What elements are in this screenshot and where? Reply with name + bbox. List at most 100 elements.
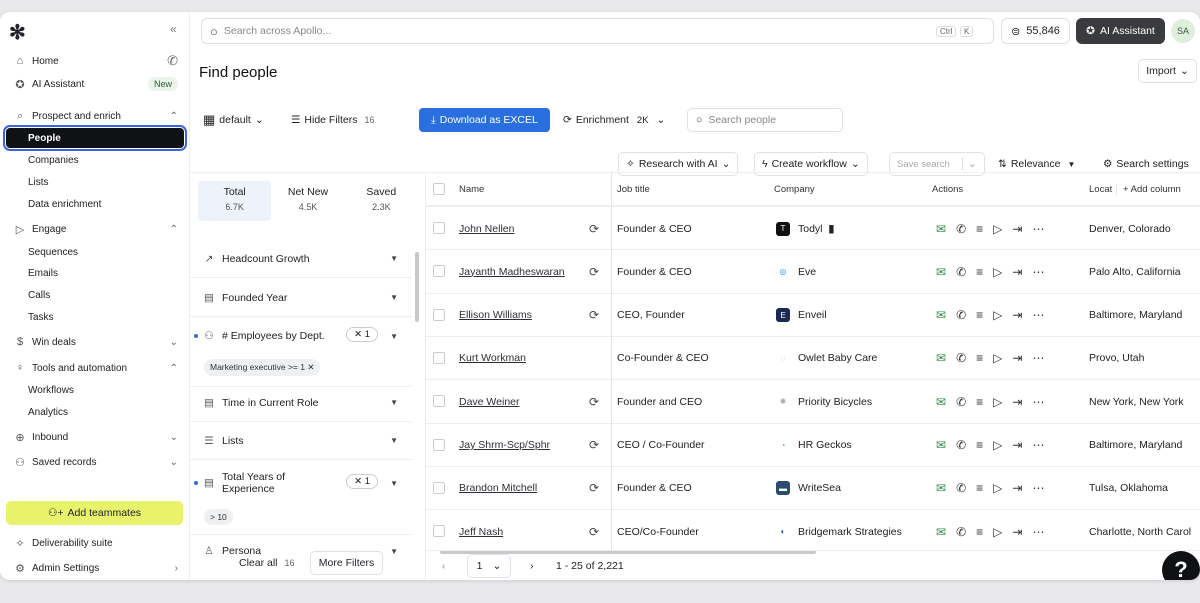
filter-lists[interactable]: ☰ Lists ▼ <box>190 422 412 460</box>
enrich-icon[interactable]: ⟳ <box>589 250 599 293</box>
credits-button[interactable]: ⊜ 55,846 <box>1001 18 1070 44</box>
send-icon[interactable]: ▷ <box>993 481 1002 495</box>
sidebar-item-tools-and-automation[interactable]: ♀ Tools and automation ⌃ <box>6 358 184 378</box>
add-to-list-icon[interactable]: ≡ <box>976 481 983 495</box>
more-filters-button[interactable]: More Filters <box>310 551 383 575</box>
select-all-checkbox[interactable] <box>433 183 445 195</box>
company-cell[interactable]: ✺ Priority Bicycles <box>776 380 872 423</box>
add-to-list-icon[interactable]: ≡ <box>976 308 983 322</box>
filter-chip[interactable]: > 10 <box>204 509 233 525</box>
person-name-link[interactable]: Brandon Mitchell <box>459 467 537 510</box>
phone-icon[interactable]: ✆ <box>956 308 966 322</box>
more-icon[interactable]: ⋯ <box>1032 308 1044 322</box>
column-header-company[interactable]: Company <box>774 184 815 195</box>
enrich-icon[interactable]: ⟳ <box>589 294 599 337</box>
company-cell[interactable]: E Enveil <box>776 294 827 337</box>
close-icon[interactable]: ✕ <box>307 362 314 372</box>
filters-scrollbar[interactable] <box>415 252 419 322</box>
sidebar-item-home[interactable]: ⌂ Home ✆ <box>6 51 184 71</box>
ai-assistant-button[interactable]: ✪ AI Assistant <box>1076 18 1165 44</box>
add-to-list-icon[interactable]: ≡ <box>976 395 983 409</box>
email-verified-icon[interactable]: ✉ <box>936 308 946 322</box>
export-icon[interactable]: ⇥ <box>1012 525 1022 539</box>
more-icon[interactable]: ⋯ <box>1032 222 1044 236</box>
more-icon[interactable]: ⋯ <box>1032 265 1044 279</box>
sidebar-item-engage[interactable]: ▷ Engage ⌃ <box>6 219 184 239</box>
more-icon[interactable]: ⋯ <box>1032 351 1044 365</box>
person-name-link[interactable]: Jayanth Madheswaran <box>459 250 565 293</box>
add-column-button[interactable]: + Add column <box>1116 183 1181 195</box>
filter-time-in-current-role[interactable]: ▤ Time in Current Role ▼ <box>190 384 412 422</box>
email-verified-icon[interactable]: ✉ <box>936 525 946 539</box>
add-to-list-icon[interactable]: ≡ <box>976 525 983 539</box>
global-search-input[interactable]: ○ Search across Apollo... Ctrl K <box>201 18 994 44</box>
table-row[interactable]: Jeff Nash ⟳ CEO/Co-Founder ◐ Bridgemark Stra… <box>426 509 1200 550</box>
sidebar-item-admin-settings[interactable]: ⚙ Admin Settings › <box>6 558 184 578</box>
collapse-sidebar-icon[interactable]: « <box>170 22 177 36</box>
person-name-link[interactable]: John Nellen <box>459 207 514 250</box>
email-verified-icon[interactable]: ✉ <box>936 438 946 452</box>
phone-icon[interactable]: ✆ <box>956 265 966 279</box>
export-icon[interactable]: ⇥ <box>1012 351 1022 365</box>
table-row[interactable]: Dave Weiner ⟳ Founder and CEO ✺ Priority Bic… <box>426 379 1200 422</box>
more-icon[interactable]: ⋯ <box>1032 438 1044 452</box>
chevron-right-icon[interactable]: › <box>530 560 534 572</box>
view-selector[interactable]: ▦ default ⌄ <box>203 108 264 132</box>
email-verified-icon[interactable]: ✉ <box>936 265 946 279</box>
import-button[interactable]: Import ⌄ <box>1138 59 1197 83</box>
export-icon[interactable]: ⇥ <box>1012 395 1022 409</box>
sidebar-item-deliverability-suite[interactable]: ✧ Deliverability suite <box>6 533 184 553</box>
sidebar-item-people[interactable]: People <box>3 125 187 151</box>
enrich-icon[interactable]: ⟳ <box>589 467 599 510</box>
phone-icon[interactable]: ✆ <box>956 351 966 365</box>
tab-saved[interactable]: Saved 2.3K <box>345 181 418 221</box>
sidebar-item-companies[interactable]: Companies <box>6 150 184 170</box>
enrich-icon[interactable]: ⟳ <box>589 424 599 467</box>
phone-icon[interactable]: ✆ <box>956 525 966 539</box>
email-verified-icon[interactable]: ✉ <box>936 481 946 495</box>
row-checkbox[interactable] <box>433 265 445 278</box>
phone-icon[interactable]: ✆ <box>956 438 966 452</box>
row-checkbox[interactable] <box>433 308 445 321</box>
search-people-input[interactable]: ○ Search people <box>687 108 843 132</box>
apollo-logo-icon[interactable]: ✻ <box>9 20 26 45</box>
page-select[interactable]: 1 ⌄ <box>467 554 511 578</box>
email-verified-icon[interactable]: ✉ <box>936 351 946 365</box>
export-icon[interactable]: ⇥ <box>1012 481 1022 495</box>
row-checkbox[interactable] <box>433 525 445 538</box>
sidebar-item-emails[interactable]: Emails <box>6 263 184 283</box>
sidebar-item-inbound[interactable]: ⊕ Inbound ⌄ <box>6 427 184 447</box>
table-row[interactable]: Jayanth Madheswaran ⟳ Founder & CEO ◎ Eve ✉ ✆ ≡… <box>426 249 1200 292</box>
row-checkbox[interactable] <box>433 395 445 408</box>
tab-net-new[interactable]: Net New 4.5K <box>271 181 344 221</box>
person-name-link[interactable]: Dave Weiner <box>459 380 520 423</box>
chevron-left-icon[interactable]: ‹ <box>442 560 446 572</box>
column-header-name[interactable]: Name <box>459 184 484 195</box>
phone-icon[interactable]: ✆ <box>956 395 966 409</box>
add-to-list-icon[interactable]: ≡ <box>976 351 983 365</box>
download-excel-button[interactable]: ⤓ Download as EXCEL <box>419 108 550 132</box>
send-icon[interactable]: ▷ <box>993 438 1002 452</box>
sidebar-item-lists[interactable]: Lists <box>6 172 184 192</box>
more-icon[interactable]: ⋯ <box>1032 395 1044 409</box>
send-icon[interactable]: ▷ <box>993 222 1002 236</box>
phone-icon[interactable]: ✆ <box>956 222 966 236</box>
sidebar-item-prospect-and-enrich[interactable]: ⌕ Prospect and enrich ⌃ <box>6 106 184 126</box>
more-icon[interactable]: ⋯ <box>1032 481 1044 495</box>
enrich-icon[interactable]: ⟳ <box>589 510 599 550</box>
filter-chip[interactable]: Marketing executive >= 1 ✕ <box>204 359 321 376</box>
row-checkbox[interactable] <box>433 351 445 364</box>
table-row[interactable]: Kurt Workman Co-Founder & CEO ◌ Owlet Baby … <box>426 335 1200 380</box>
send-icon[interactable]: ▷ <box>993 395 1002 409</box>
person-name-link[interactable]: Jay Shrm-Scp/Sphr <box>459 424 550 467</box>
enrich-icon[interactable]: ⟳ <box>589 380 599 423</box>
filter-employees-by-dept[interactable]: ⚇ # Employees by Dept. ✕ 1 ▼ Marketing e… <box>190 317 412 387</box>
column-header-location[interactable]: Locat <box>1089 184 1112 195</box>
sidebar-item-ai-assistant[interactable]: ✪ AI Assistant New <box>6 74 184 94</box>
company-cell[interactable]: ◌ Owlet Baby Care <box>776 337 877 380</box>
send-icon[interactable]: ▷ <box>993 351 1002 365</box>
phone-icon[interactable]: ✆ <box>167 53 178 69</box>
export-icon[interactable]: ⇥ <box>1012 308 1022 322</box>
sidebar-item-analytics[interactable]: Analytics <box>6 402 184 422</box>
person-name-link[interactable]: Jeff Nash <box>459 510 503 550</box>
